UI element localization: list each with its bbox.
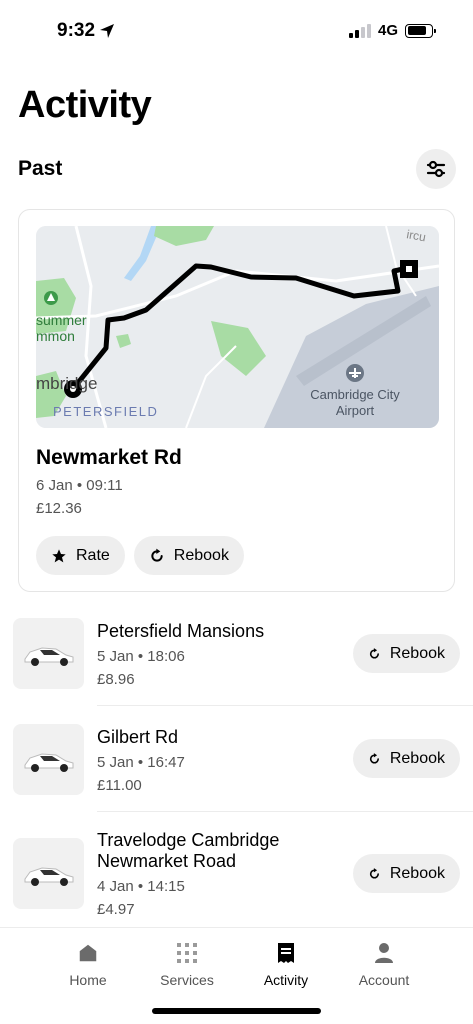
trip-datetime: 5 Jan • 16:47 <box>97 754 185 771</box>
nav-activity[interactable]: Activity <box>239 942 333 988</box>
trip-row[interactable]: Travelodge Cambridge Newmarket Road 4 Ja… <box>0 828 473 923</box>
page-title: Activity <box>18 84 152 126</box>
trip-datetime: 5 Jan • 18:06 <box>97 648 185 665</box>
route-map-graphic: summer mmon mbridge PETERSFIELD Cambridg… <box>36 226 439 428</box>
rebook-label: Rebook <box>389 644 445 662</box>
network-type: 4G <box>377 22 398 39</box>
trip-datetime: 6 Jan • 09:11 <box>36 477 123 494</box>
featured-trip-card[interactable]: summer mmon mbridge PETERSFIELD Cambridg… <box>18 209 455 592</box>
rebook-icon <box>151 548 163 562</box>
map-label-airport-2: Airport <box>336 403 375 418</box>
cellular-signal-icon <box>348 23 371 38</box>
map-label-district: PETERSFIELD <box>53 404 158 419</box>
trip-price: £8.96 <box>97 671 135 688</box>
car-icon <box>24 866 73 886</box>
map-label-town: mbridge <box>36 374 97 393</box>
map-label-common: summer <box>36 312 87 328</box>
rebook-label: Rebook <box>173 546 229 564</box>
star-icon <box>52 548 66 562</box>
status-time: 9:32 <box>57 20 115 42</box>
trip-name: Gilbert Rd <box>97 727 179 747</box>
rebook-button[interactable]: Rebook <box>353 854 460 893</box>
location-arrow-icon <box>100 24 115 38</box>
person-icon <box>375 943 393 963</box>
status-bar: 9:32 4G <box>0 0 473 64</box>
grid-icon <box>177 943 197 963</box>
home-icon <box>79 944 97 962</box>
map-label-common-2: mmon <box>36 328 75 344</box>
car-icon <box>24 752 73 772</box>
battery-icon <box>405 23 436 38</box>
home-indicator <box>152 1008 321 1014</box>
trip-price: £11.00 <box>97 777 142 794</box>
rebook-button[interactable]: Rebook <box>353 739 460 778</box>
rebook-label: Rebook <box>389 749 445 767</box>
sliders-icon <box>426 160 446 178</box>
nav-services[interactable]: Services <box>140 942 234 988</box>
clock-text: 9:32 <box>57 20 96 41</box>
trip-actions: Rate Rebook <box>36 536 244 575</box>
car-thumbnail <box>13 724 84 795</box>
nav-label-services: Services <box>160 972 214 988</box>
section-title-past: Past <box>18 157 63 180</box>
trip-row[interactable]: Gilbert Rd 5 Jan • 16:47 £11.00 Rebook <box>0 722 473 812</box>
trip-destination: Newmarket Rd <box>36 446 182 469</box>
trip-price: £4.97 <box>97 901 135 918</box>
trip-price: £12.36 <box>36 500 82 517</box>
receipt-icon <box>278 943 294 963</box>
rebook-icon <box>369 647 379 659</box>
rebook-button[interactable]: Rebook <box>353 634 460 673</box>
rebook-button[interactable]: Rebook <box>133 536 244 575</box>
trip-name: Petersfield Mansions <box>97 621 265 641</box>
trip-datetime: 4 Jan • 14:15 <box>97 878 185 895</box>
trip-map[interactable]: summer mmon mbridge PETERSFIELD Cambridg… <box>36 226 439 428</box>
rate-button[interactable]: Rate <box>36 536 125 575</box>
nav-label-home: Home <box>69 972 107 988</box>
rebook-label: Rebook <box>389 864 445 882</box>
row-divider <box>97 811 473 812</box>
row-divider <box>97 705 473 706</box>
trip-row[interactable]: Petersfield Mansions 5 Jan • 18:06 £8.96… <box>0 616 473 706</box>
nav-account[interactable]: Account <box>337 942 431 988</box>
map-label-airport: Cambridge City <box>310 387 400 402</box>
car-thumbnail <box>13 838 84 909</box>
nav-label-activity: Activity <box>263 972 309 988</box>
rebook-icon <box>369 752 379 764</box>
nav-home[interactable]: Home <box>41 942 135 988</box>
rate-label: Rate <box>76 546 110 564</box>
car-thumbnail <box>13 618 84 689</box>
status-indicators: 4G <box>348 22 436 39</box>
filter-button[interactable] <box>416 149 456 189</box>
car-icon <box>24 646 73 666</box>
nav-label-account: Account <box>358 972 410 988</box>
trip-name: Travelodge Cambridge Newmarket Road <box>97 830 280 871</box>
rebook-icon <box>369 867 379 879</box>
